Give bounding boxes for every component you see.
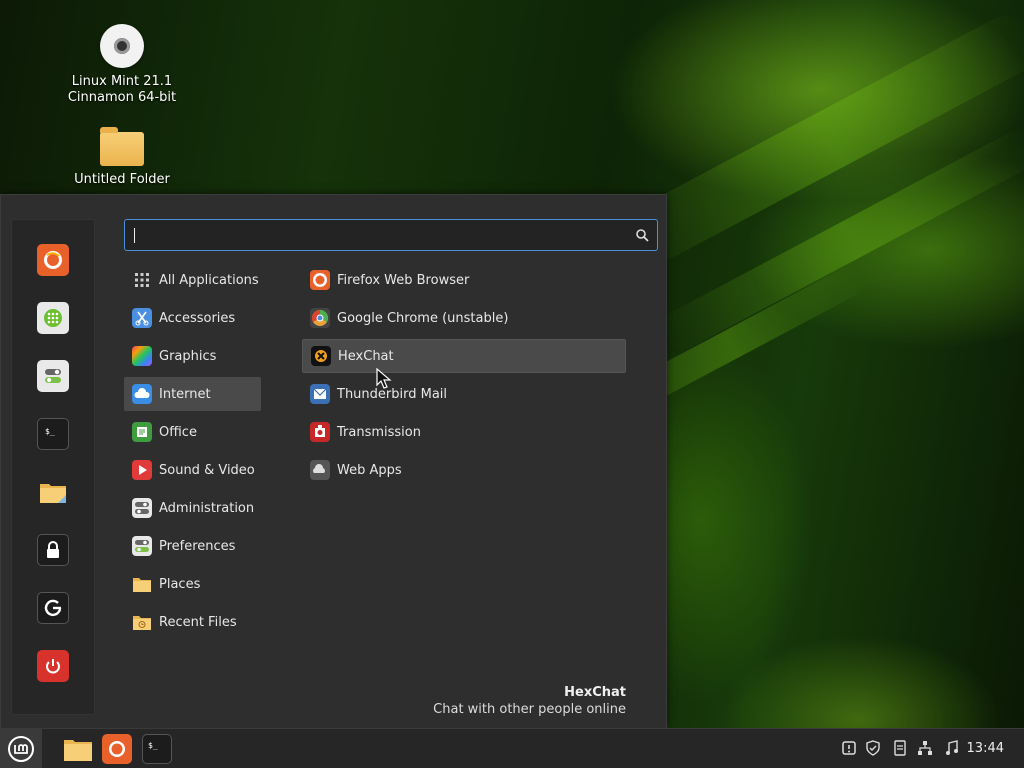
transmission-icon <box>310 422 330 442</box>
favorites-sidebar: $_ <box>11 219 95 715</box>
desktop-icon-label: Linux Mint 21.1 <box>71 74 173 89</box>
category-label: Accessories <box>159 310 236 326</box>
folder-icon <box>132 574 152 594</box>
desktop-icon-untitled-folder[interactable]: Untitled Folder <box>57 126 187 188</box>
disc-icon <box>100 24 144 68</box>
category-all-applications[interactable]: All Applications <box>124 263 261 297</box>
network-icon[interactable] <box>917 740 933 756</box>
notes-icon[interactable] <box>892 740 908 756</box>
category-sound-video[interactable]: Sound & Video <box>124 453 261 487</box>
category-label: Internet <box>159 386 211 402</box>
search-box[interactable] <box>124 219 658 251</box>
hexchat-icon <box>311 346 331 366</box>
category-preferences[interactable]: Preferences <box>124 529 261 563</box>
svg-text:$_: $_ <box>148 741 158 750</box>
app-description-title: HexChat <box>564 685 626 700</box>
search-icon <box>636 229 649 242</box>
play-icon <box>132 460 152 480</box>
desktop-icon-computer[interactable]: Linux Mint 21.1 Cinnamon 64-bit <box>57 24 187 106</box>
mint-logo-icon <box>8 736 34 762</box>
terminal-icon: $_ <box>148 741 158 750</box>
cloud-icon <box>132 384 152 404</box>
logout-icon[interactable] <box>37 592 69 624</box>
category-recent-files[interactable]: Recent Files <box>124 605 261 639</box>
firefox-icon[interactable] <box>37 244 69 276</box>
settings-toggle-icon[interactable] <box>37 360 69 392</box>
folder-icon <box>100 127 144 166</box>
power-icon[interactable] <box>37 650 69 682</box>
mouse-cursor-icon <box>376 368 392 389</box>
firefox-icon <box>109 741 125 757</box>
terminal-icon[interactable]: $_ <box>37 418 69 450</box>
software-manager-icon[interactable] <box>37 302 69 334</box>
app-label: Google Chrome (unstable) <box>337 310 509 326</box>
mail-icon <box>310 384 330 404</box>
update-icon[interactable] <box>841 740 857 756</box>
svg-text:$_: $_ <box>45 427 55 436</box>
chrome-icon <box>310 308 330 328</box>
desktop-icon-label: Untitled Folder <box>74 172 170 187</box>
category-label: Administration <box>159 500 255 516</box>
app-label: Transmission <box>337 424 421 440</box>
app-hexchat[interactable]: HexChat <box>302 339 626 373</box>
recent-folder-icon <box>132 612 152 632</box>
taskbar: $_ 13:44 <box>0 728 1024 768</box>
category-places[interactable]: Places <box>124 567 261 601</box>
category-graphics[interactable]: Graphics <box>124 339 261 373</box>
files-folder-icon[interactable] <box>37 476 69 508</box>
app-label: Firefox Web Browser <box>337 272 470 288</box>
app-firefox[interactable]: Firefox Web Browser <box>302 263 626 297</box>
menu-button[interactable] <box>0 729 42 768</box>
web-apps-icon <box>310 460 330 480</box>
app-label: Web Apps <box>337 462 402 478</box>
app-description-text: Chat with other people online <box>433 702 626 717</box>
taskbar-files-launcher[interactable] <box>62 733 94 765</box>
preferences-toggle-icon <box>132 536 152 556</box>
graphics-icon <box>132 346 152 366</box>
app-thunderbird[interactable]: Thunderbird Mail <box>302 377 626 411</box>
firefox-icon <box>310 270 330 290</box>
lock-icon[interactable] <box>37 534 69 566</box>
category-internet[interactable]: Internet <box>124 377 261 411</box>
taskbar-terminal-launcher[interactable]: $_ <box>142 734 172 764</box>
app-label: Thunderbird Mail <box>337 386 448 402</box>
search-input[interactable] <box>125 220 615 250</box>
app-description-panel: HexChat Chat with other people online <box>433 684 626 718</box>
grid-icon <box>132 270 152 290</box>
category-label: Preferences <box>159 538 236 554</box>
app-label: HexChat <box>338 348 394 364</box>
admin-toggle-icon <box>132 498 152 518</box>
application-menu: $_ All Applications Accessories Graphics <box>0 194 667 728</box>
app-web-apps[interactable]: Web Apps <box>302 453 626 487</box>
category-label: Sound & Video <box>159 462 255 478</box>
clock[interactable]: 13:44 <box>967 741 1004 756</box>
category-accessories[interactable]: Accessories <box>124 301 261 335</box>
text-caret <box>134 228 135 243</box>
desktop-icon-label: Cinnamon 64-bit <box>67 90 177 105</box>
category-label: All Applications <box>159 272 259 288</box>
category-office[interactable]: Office <box>124 415 261 449</box>
shield-icon[interactable] <box>865 740 881 756</box>
category-administration[interactable]: Administration <box>124 491 261 525</box>
taskbar-firefox-launcher[interactable] <box>102 734 132 764</box>
app-transmission[interactable]: Transmission <box>302 415 626 449</box>
scissors-icon <box>132 308 152 328</box>
category-label: Graphics <box>159 348 217 364</box>
office-icon <box>132 422 152 442</box>
category-label: Office <box>159 424 197 440</box>
app-google-chrome[interactable]: Google Chrome (unstable) <box>302 301 626 335</box>
music-icon[interactable] <box>944 740 960 756</box>
category-label: Recent Files <box>159 614 237 630</box>
files-folder-icon <box>64 740 92 761</box>
category-label: Places <box>159 576 201 592</box>
